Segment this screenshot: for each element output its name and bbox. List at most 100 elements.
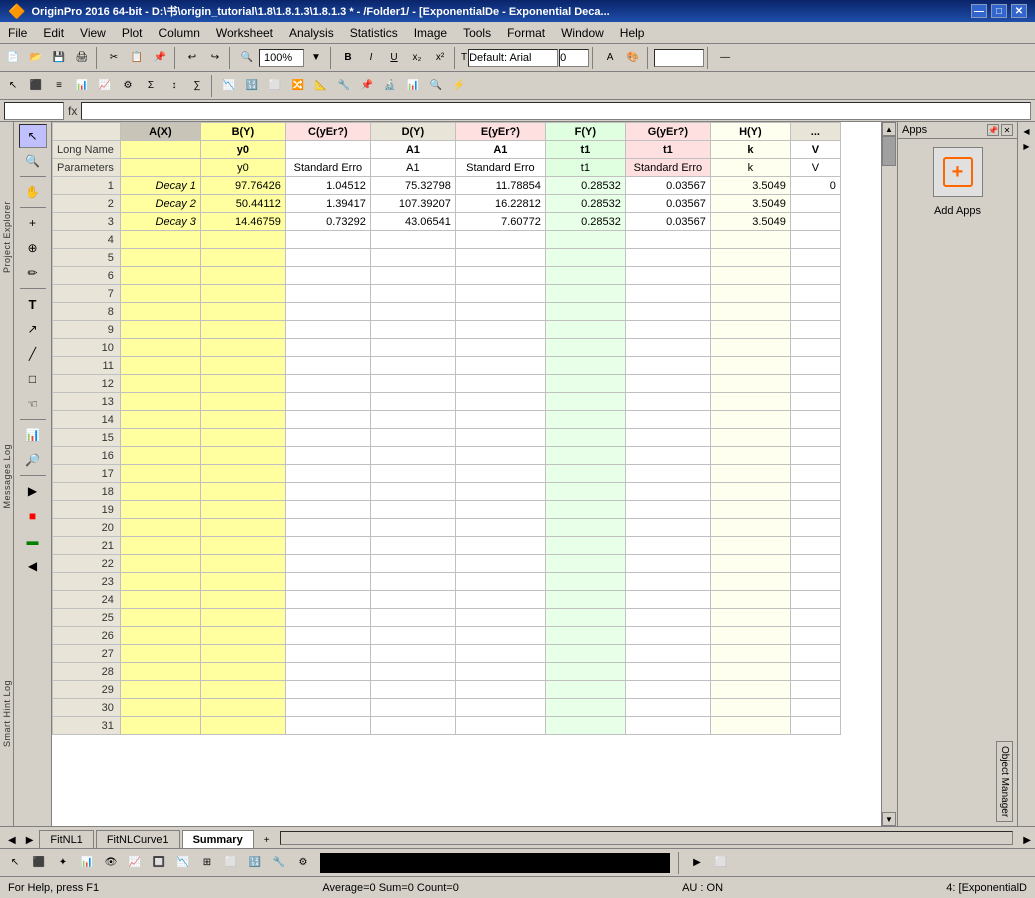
- cell-13-C[interactable]: [285, 393, 370, 411]
- cell-30-H[interactable]: [710, 699, 790, 717]
- menu-window[interactable]: Window: [553, 22, 612, 43]
- cell-13-F[interactable]: [545, 393, 625, 411]
- tb2-btn5[interactable]: 📈: [94, 75, 116, 97]
- tb2-btn20[interactable]: ⚡: [448, 75, 470, 97]
- zoom-out[interactable]: 🔍: [236, 47, 258, 69]
- cell-21-B[interactable]: [200, 537, 285, 555]
- cell-27-H[interactable]: [710, 645, 790, 663]
- cell-6-D[interactable]: [370, 267, 455, 285]
- tb2-btn3[interactable]: ≡: [48, 75, 70, 97]
- cell-21-C[interactable]: [285, 537, 370, 555]
- add-apps-button[interactable]: +: [933, 147, 983, 197]
- cell-13-B[interactable]: [200, 393, 285, 411]
- row-label-31[interactable]: [120, 717, 200, 735]
- cell-18-G[interactable]: [625, 483, 710, 501]
- menu-statistics[interactable]: Statistics: [342, 22, 406, 43]
- cell-25-D[interactable]: [370, 609, 455, 627]
- row-label-4[interactable]: [120, 231, 200, 249]
- cell-12-F[interactable]: [545, 375, 625, 393]
- row-label-13[interactable]: [120, 393, 200, 411]
- cell-19-F[interactable]: [545, 501, 625, 519]
- tool-pan[interactable]: ✋: [19, 180, 47, 204]
- cell-6-C[interactable]: [285, 267, 370, 285]
- tab-scroll-right[interactable]: ▶: [1019, 833, 1035, 848]
- bottom-btn3[interactable]: ✦: [52, 852, 74, 874]
- cell-5-B[interactable]: [200, 249, 285, 267]
- col-header-G[interactable]: G(yEr?): [625, 123, 710, 141]
- cell-9-E[interactable]: [455, 321, 545, 339]
- row-label-7[interactable]: [120, 285, 200, 303]
- cell-10-E[interactable]: [455, 339, 545, 357]
- cell-15-D[interactable]: [370, 429, 455, 447]
- tool-zoom[interactable]: 🔍: [19, 149, 47, 173]
- cell-3-D[interactable]: 43.06541: [370, 213, 455, 231]
- cell-20-H[interactable]: [710, 519, 790, 537]
- cell-7-D[interactable]: [370, 285, 455, 303]
- tab-fitnlcurve1[interactable]: FitNLCurve1: [96, 830, 180, 848]
- cell-17-G[interactable]: [625, 465, 710, 483]
- row-label-14[interactable]: [120, 411, 200, 429]
- cell-20-F[interactable]: [545, 519, 625, 537]
- menu-analysis[interactable]: Analysis: [281, 22, 342, 43]
- row-label-18[interactable]: [120, 483, 200, 501]
- cell-2-H[interactable]: 3.5049: [710, 195, 790, 213]
- cell-29-F[interactable]: [545, 681, 625, 699]
- cell-26-C[interactable]: [285, 627, 370, 645]
- cell-3-E[interactable]: 7.60772: [455, 213, 545, 231]
- cell-22-C[interactable]: [285, 555, 370, 573]
- cell-26-E[interactable]: [455, 627, 545, 645]
- right-mini-btn-1[interactable]: ◀: [1020, 124, 1034, 138]
- cell-7-F[interactable]: [545, 285, 625, 303]
- cell-31-E[interactable]: [455, 717, 545, 735]
- cell-4-D[interactable]: [370, 231, 455, 249]
- cell-3-G[interactable]: 0.03567: [625, 213, 710, 231]
- cell-27-C[interactable]: [285, 645, 370, 663]
- cell-31-G[interactable]: [625, 717, 710, 735]
- cell-23-D[interactable]: [370, 573, 455, 591]
- cell-25-C[interactable]: [285, 609, 370, 627]
- bottom-btn11[interactable]: 🔢: [244, 852, 266, 874]
- cell-2-B[interactable]: 50.44112: [200, 195, 285, 213]
- cell-20-C[interactable]: [285, 519, 370, 537]
- bg-color-btn[interactable]: 🎨: [622, 47, 644, 69]
- bottom-btn14[interactable]: ▶: [686, 852, 708, 874]
- cell-17-H[interactable]: [710, 465, 790, 483]
- tab-fitnl1[interactable]: FitNL1: [39, 830, 93, 848]
- cell-12-D[interactable]: [370, 375, 455, 393]
- row-label-11[interactable]: [120, 357, 200, 375]
- cell-16-B[interactable]: [200, 447, 285, 465]
- menu-plot[interactable]: Plot: [114, 22, 151, 43]
- cell-31-I[interactable]: [790, 717, 840, 735]
- close-button[interactable]: ✕: [1011, 4, 1027, 18]
- cell-19-C[interactable]: [285, 501, 370, 519]
- row-label-1[interactable]: Decay 1: [120, 177, 200, 195]
- underline-btn[interactable]: U: [383, 47, 405, 69]
- tb2-btn13[interactable]: 🔀: [287, 75, 309, 97]
- bottom-btn10[interactable]: ⬜: [220, 852, 242, 874]
- tool-chart2[interactable]: 🔎: [19, 448, 47, 472]
- open-button[interactable]: 📂: [25, 47, 47, 69]
- cell-21-F[interactable]: [545, 537, 625, 555]
- tb2-btn8[interactable]: ↕: [163, 75, 185, 97]
- cell-15-F[interactable]: [545, 429, 625, 447]
- scroll-down-btn[interactable]: ▼: [882, 812, 896, 826]
- bottom-btn2[interactable]: ⬛: [28, 852, 50, 874]
- tab-scrollbar[interactable]: [280, 831, 1014, 845]
- copy-button[interactable]: 📋: [126, 47, 148, 69]
- cell-21-I[interactable]: [790, 537, 840, 555]
- cell-22-G[interactable]: [625, 555, 710, 573]
- cell-14-C[interactable]: [285, 411, 370, 429]
- cell-26-B[interactable]: [200, 627, 285, 645]
- cell-9-D[interactable]: [370, 321, 455, 339]
- cell-15-G[interactable]: [625, 429, 710, 447]
- cell-26-G[interactable]: [625, 627, 710, 645]
- cell-1-G[interactable]: 0.03567: [625, 177, 710, 195]
- cell-24-E[interactable]: [455, 591, 545, 609]
- cell-8-G[interactable]: [625, 303, 710, 321]
- cell-31-H[interactable]: [710, 717, 790, 735]
- cell-22-E[interactable]: [455, 555, 545, 573]
- cell-15-I[interactable]: [790, 429, 840, 447]
- row-label-5[interactable]: [120, 249, 200, 267]
- tool-red-icon[interactable]: ■: [19, 504, 47, 528]
- cell-18-C[interactable]: [285, 483, 370, 501]
